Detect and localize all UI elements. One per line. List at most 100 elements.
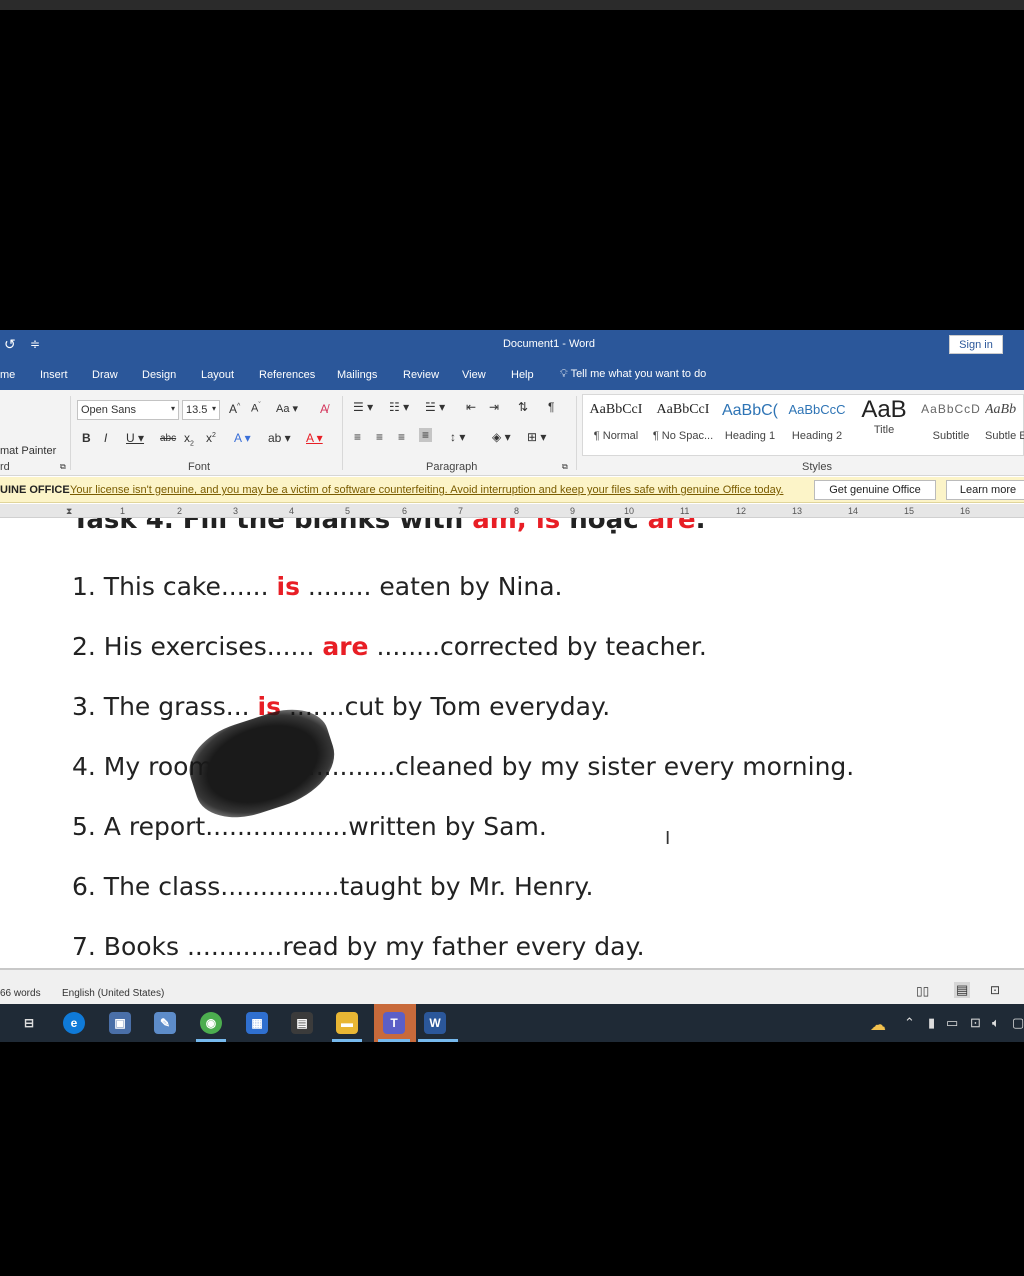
line-spacing-icon[interactable]: ↕ ▾: [450, 430, 465, 444]
line-text: 3. The grass...: [72, 692, 258, 721]
document-page[interactable]: Task 4. Fill the blanks with am, is hoặc…: [0, 518, 1024, 968]
align-right-icon[interactable]: ≡: [398, 430, 405, 444]
style-heading-1[interactable]: AaBbC(Heading 1: [717, 402, 783, 442]
tab-help[interactable]: Help: [511, 369, 534, 381]
shrink-font-icon[interactable]: Aˇ: [251, 402, 261, 415]
app-icon[interactable]: ◉: [200, 1012, 222, 1034]
highlight-color-icon[interactable]: ab ▾: [268, 431, 291, 445]
subscript-icon[interactable]: x2: [184, 431, 194, 447]
teams-icon[interactable]: T: [383, 1012, 405, 1034]
network-icon[interactable]: ⊡: [970, 1015, 981, 1031]
heading-keyword: are: [647, 518, 696, 535]
tab-view[interactable]: View: [462, 369, 486, 381]
multilevel-list-icon[interactable]: ☱ ▾: [425, 400, 445, 414]
line-text: 6. The class...............taught by Mr.…: [72, 872, 594, 901]
license-warning-bar: UINE OFFICE Your license isn't genuine, …: [0, 477, 1024, 503]
font-name-dropdown[interactable]: Open Sans ▾: [77, 400, 179, 420]
notification-icon[interactable]: ▢: [1012, 1015, 1024, 1031]
tab-insert[interactable]: Insert: [40, 369, 68, 381]
shading-icon[interactable]: ◈ ▾: [492, 430, 511, 444]
style-subtle-emphasis[interactable]: AaBb Subtle E: [985, 402, 1024, 442]
word-icon[interactable]: W: [424, 1012, 446, 1034]
exercise-line: 2. His exercises...... are ........corre…: [72, 632, 707, 661]
film-icon[interactable]: ▤: [291, 1012, 313, 1034]
clipboard-launcher-icon[interactable]: ⧉: [60, 462, 66, 472]
chevron-up-icon[interactable]: ⌃: [904, 1015, 915, 1031]
file-explorer-icon[interactable]: ▬: [336, 1012, 358, 1034]
weather-icon[interactable]: ☁: [870, 1015, 886, 1035]
tell-me-label: Tell me what you want to do: [570, 368, 707, 380]
bold-icon[interactable]: B: [82, 431, 91, 445]
style-sample: AaB: [861, 396, 907, 418]
font-size-dropdown[interactable]: 13.5 ▾: [182, 400, 220, 420]
tab-layout[interactable]: Layout: [201, 369, 234, 381]
remote-desktop-icon[interactable]: ▣: [109, 1012, 131, 1034]
sign-in-button[interactable]: Sign in: [949, 335, 1003, 354]
indent-marker[interactable]: ⧗: [66, 506, 72, 517]
style-subtitle[interactable]: AaBbCcD Subtitle: [918, 402, 984, 442]
line-text: ........ eaten by Nina.: [299, 572, 563, 601]
word-count[interactable]: 66 words: [0, 988, 41, 999]
text-effects-icon[interactable]: A ▾: [234, 431, 251, 445]
strikethrough-icon[interactable]: abc: [160, 433, 176, 444]
tab-home[interactable]: me: [0, 369, 15, 381]
title-bar: ↺ ≑ Document1 - Word Sign in: [0, 330, 1024, 360]
font-color-icon[interactable]: A ▾: [306, 431, 323, 445]
license-message-link[interactable]: Your license isn't genuine, and you may …: [70, 484, 783, 496]
increase-indent-icon[interactable]: ⇥: [489, 400, 499, 414]
tab-design[interactable]: Design: [142, 369, 176, 381]
paint-icon[interactable]: ✎: [154, 1012, 176, 1034]
tab-draw[interactable]: Draw: [92, 369, 118, 381]
line-text: 1. This cake......: [72, 572, 277, 601]
get-genuine-office-button[interactable]: Get genuine Office: [814, 480, 936, 500]
task-view-icon[interactable]: ⊟: [18, 1012, 40, 1034]
numbering-icon[interactable]: ☷ ▾: [389, 400, 409, 414]
decrease-indent-icon[interactable]: ⇤: [466, 400, 476, 414]
font-size-value: 13.5: [186, 404, 208, 416]
style-name: Subtitle: [932, 430, 970, 442]
store-icon[interactable]: ▦: [246, 1012, 268, 1034]
show-paragraph-marks-icon[interactable]: ¶: [548, 400, 554, 414]
learn-more-button[interactable]: Learn more: [946, 480, 1024, 500]
exercise-line: 7. Books ............read by my father e…: [72, 932, 645, 961]
tell-me-search[interactable]: 💡︎ Tell me what you want to do: [560, 368, 706, 381]
exercise-line: 6. The class...............taught by Mr.…: [72, 872, 593, 901]
underline-icon[interactable]: U ▾: [126, 431, 144, 445]
answer-word: are: [322, 632, 369, 661]
ribbon-tabs: me Insert Draw Design Layout References …: [0, 360, 1024, 390]
grow-font-icon[interactable]: A^: [229, 402, 240, 416]
paragraph-launcher-icon[interactable]: ⧉: [562, 462, 568, 472]
superscript-icon[interactable]: x2: [206, 431, 216, 445]
text-cursor-icon: I: [665, 828, 671, 849]
battery-icon[interactable]: ▭: [946, 1015, 958, 1031]
edge-icon[interactable]: e: [63, 1012, 85, 1034]
print-layout-icon[interactable]: ▤: [954, 982, 971, 998]
style-normal[interactable]: AaBbCcI ¶ Normal: [583, 402, 649, 442]
style-sample: AaBbCcC: [788, 402, 846, 417]
separator: [342, 396, 343, 470]
borders-icon[interactable]: ⊞ ▾: [527, 430, 546, 444]
align-left-icon[interactable]: ≡: [354, 430, 361, 444]
format-painter-button[interactable]: mat Painter: [0, 445, 56, 457]
style-heading-2[interactable]: AaBbCcC Heading 2: [784, 402, 850, 442]
sort-icon[interactable]: ⇅: [518, 400, 528, 414]
volume-icon[interactable]: 🔈︎: [992, 1015, 1000, 1031]
tab-review[interactable]: Review: [403, 369, 439, 381]
clear-formatting-icon[interactable]: A̸: [320, 402, 328, 416]
change-case-icon[interactable]: Aa ▾: [276, 402, 298, 415]
horizontal-ruler[interactable]: ⧗ 1 2 3 4 5 6 7 8 9 10 11 12 13 14 15 16: [0, 504, 1024, 518]
align-center-icon[interactable]: ≡: [376, 430, 383, 444]
tab-mailings[interactable]: Mailings: [337, 369, 377, 381]
microphone-icon[interactable]: ▮: [928, 1015, 935, 1031]
web-layout-icon[interactable]: ⊡: [990, 983, 1000, 997]
language-indicator[interactable]: English (United States): [62, 988, 164, 999]
tab-references[interactable]: References: [259, 369, 315, 381]
separator: [576, 396, 577, 470]
style-title[interactable]: AaB Title: [851, 396, 917, 436]
bullets-icon[interactable]: ☰ ▾: [353, 400, 373, 414]
read-mode-icon[interactable]: ▯▯: [916, 984, 929, 998]
exercise-line: 1. This cake...... is ........ eaten by …: [72, 572, 562, 601]
italic-icon[interactable]: I: [104, 431, 107, 445]
style-no-spacing[interactable]: AaBbCcI ¶ No Spac...: [650, 402, 716, 442]
justify-icon[interactable]: ≡: [419, 428, 433, 442]
